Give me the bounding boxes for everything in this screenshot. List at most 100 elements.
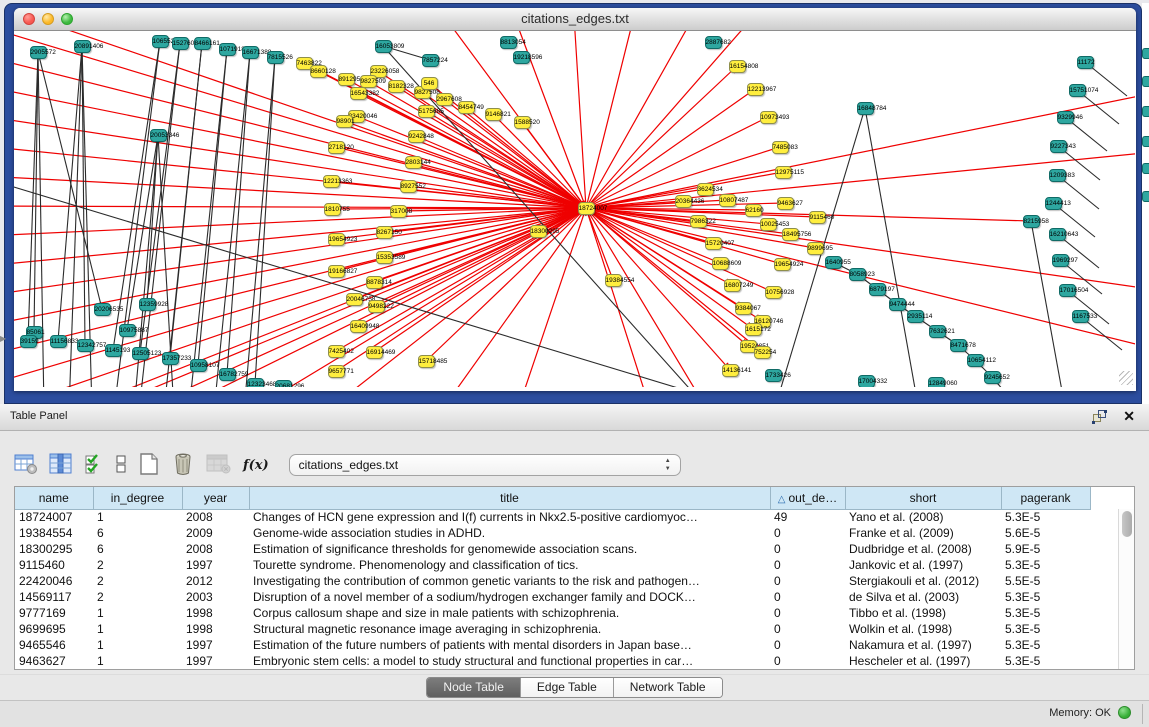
graph-node[interactable]: 15751074: [1069, 84, 1086, 97]
table-cell[interactable]: 0: [770, 557, 845, 573]
table-cell[interactable]: 1998: [182, 605, 249, 621]
graph-node[interactable]: 9329946: [1057, 111, 1074, 124]
table-cell[interactable]: 0: [770, 525, 845, 541]
graph-node[interactable]: 18495756: [782, 228, 799, 241]
graph-node[interactable]: 12213363: [323, 175, 340, 188]
graph-node[interactable]: 7986322: [690, 215, 707, 228]
graph-node[interactable]: 20046758: [346, 293, 363, 306]
graph-node[interactable]: 8878314: [366, 276, 383, 289]
table-row[interactable]: 2242004622012Investigating the contribut…: [15, 573, 1090, 589]
graph-node[interactable]: 12342757: [77, 339, 94, 352]
network-canvas[interactable]: 1872400774638228660128891295423226058982…: [14, 31, 1135, 387]
table-cell[interactable]: 5.3E-5: [1001, 509, 1090, 525]
graph-node[interactable]: 317008: [390, 205, 407, 218]
table-cell[interactable]: 0: [770, 541, 845, 557]
graph-node[interactable]: 8182328: [388, 80, 405, 93]
table-cell[interactable]: Disruption of a novel member of a sodium…: [249, 589, 770, 605]
table-scrollbar[interactable]: [1118, 509, 1134, 669]
table-cell[interactable]: de Silva et al. (2003): [845, 589, 1001, 605]
graph-node[interactable]: 12849060: [928, 377, 945, 388]
table-settings-button[interactable]: [14, 453, 38, 478]
graph-node[interactable]: 9115460: [809, 211, 826, 224]
graph-node[interactable]: 20364436: [675, 195, 692, 208]
graph-node[interactable]: 1733426: [765, 369, 782, 382]
graph-node[interactable]: 16409948: [350, 320, 367, 333]
close-panel-icon[interactable]: ✕: [1123, 408, 1135, 425]
table-cell[interactable]: 1998: [182, 621, 249, 637]
graph-node[interactable]: 10719188: [219, 43, 236, 56]
table-cell[interactable]: 1997: [182, 653, 249, 669]
graph-node[interactable]: 16782759: [219, 368, 236, 381]
graph-node[interactable]: 20053346: [150, 129, 167, 142]
graph-node[interactable]: 1145193: [105, 344, 122, 357]
graph-node[interactable]: 7425402: [328, 345, 345, 358]
table-cell[interactable]: 1: [93, 653, 182, 669]
graph-node[interactable]: 1640955: [825, 256, 842, 269]
table-cell[interactable]: 9465546: [15, 637, 93, 653]
table-cell[interactable]: 6: [93, 541, 182, 557]
graph-node[interactable]: 16543382: [350, 87, 367, 100]
graph-node[interactable]: 10654112: [967, 354, 984, 367]
graph-node[interactable]: 9498222: [368, 300, 385, 313]
table-cell[interactable]: 5.3E-5: [1001, 637, 1090, 653]
table-cell[interactable]: Changes of HCN gene expression and I(f) …: [249, 509, 770, 525]
graph-node[interactable]: 8912954: [338, 73, 355, 86]
table-row[interactable]: 969969511998Structural magnetic resonanc…: [15, 621, 1090, 637]
table-cell[interactable]: Structural magnetic resonance image aver…: [249, 621, 770, 637]
graph-node[interactable]: 10973493: [760, 111, 777, 124]
table-cell[interactable]: 5.9E-5: [1001, 541, 1090, 557]
table-cell[interactable]: 5.3E-5: [1001, 653, 1090, 669]
table-cell[interactable]: 5.3E-5: [1001, 605, 1090, 621]
graph-node[interactable]: 2718120: [328, 141, 345, 154]
table-cell[interactable]: 0: [770, 605, 845, 621]
tab-edge-table[interactable]: Edge Table: [521, 678, 614, 697]
graph-node[interactable]: 3624534: [697, 183, 714, 196]
table-cell[interactable]: Investigating the contribution of common…: [249, 573, 770, 589]
graph-node[interactable]: 16053809: [375, 40, 392, 53]
graph-node[interactable]: 2967608: [436, 93, 453, 106]
table-row[interactable]: 1456911722003Disruption of a novel membe…: [15, 589, 1090, 605]
scrollbar-thumb[interactable]: [1122, 511, 1132, 537]
graph-node[interactable]: 17004332: [858, 375, 875, 388]
graph-node[interactable]: 1209383: [1049, 169, 1066, 182]
table-cell[interactable]: 1: [93, 605, 182, 621]
table-cell[interactable]: Dudbridge et al. (2008): [845, 541, 1001, 557]
table-cell[interactable]: 0: [770, 637, 845, 653]
table-cell[interactable]: 0: [770, 573, 845, 589]
column-header[interactable]: in_degree: [93, 487, 182, 509]
table-cell[interactable]: 5.6E-5: [1001, 525, 1090, 541]
graph-node[interactable]: 12323468: [247, 378, 264, 388]
table-row[interactable]: 946554611997Estimation of the future num…: [15, 637, 1090, 653]
graph-node[interactable]: 16807249: [724, 279, 741, 292]
table-cell[interactable]: 1: [93, 509, 182, 525]
table-cell[interactable]: 2008: [182, 509, 249, 525]
graph-node[interactable]: 1588520: [514, 116, 531, 129]
resize-grip-icon[interactable]: [1119, 371, 1133, 385]
graph-node[interactable]: 8215958: [1023, 215, 1040, 228]
graph-node[interactable]: 16848784: [857, 102, 874, 115]
table-cell[interactable]: 2: [93, 557, 182, 573]
graph-node[interactable]: 752254: [754, 346, 771, 359]
column-header[interactable]: △out_de…: [770, 487, 845, 509]
table-cell[interactable]: 9463627: [15, 653, 93, 669]
graph-node[interactable]: 9657771: [328, 365, 345, 378]
graph-node[interactable]: 16671388: [242, 46, 259, 59]
graph-node[interactable]: 19218596: [513, 51, 530, 64]
column-header[interactable]: pagerank: [1001, 487, 1090, 509]
table-cell[interactable]: 19384554: [15, 525, 93, 541]
tab-node-table[interactable]: Node Table: [427, 678, 521, 697]
table-cell[interactable]: Stergiakouli et al. (2012): [845, 573, 1001, 589]
graph-node[interactable]: 39159: [20, 335, 37, 348]
graph-node[interactable]: 1810755: [324, 203, 341, 216]
graph-node[interactable]: 10975887: [119, 324, 136, 337]
panel-handle-icon[interactable]: ▶: [0, 334, 6, 343]
table-cell[interactable]: Franke et al. (2009): [845, 525, 1001, 541]
table-cell[interactable]: 2: [93, 589, 182, 605]
table-cell[interactable]: 14569117: [15, 589, 93, 605]
graph-node[interactable]: 10025453: [760, 218, 777, 231]
graph-node[interactable]: 7632621: [929, 325, 946, 338]
new-table-button[interactable]: [138, 452, 160, 479]
table-cell[interactable]: 18300295: [15, 541, 93, 557]
table-cell[interactable]: 0: [770, 621, 845, 637]
select-columns-button[interactable]: [84, 453, 104, 478]
